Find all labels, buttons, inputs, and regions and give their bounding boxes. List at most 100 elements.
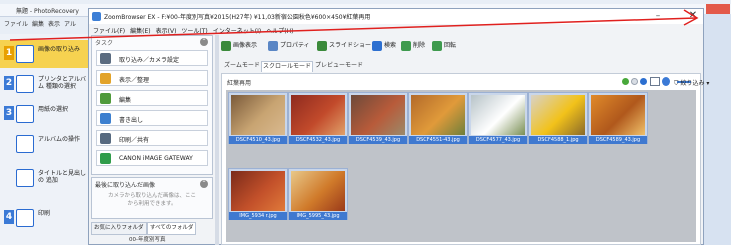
filter-button[interactable]: ⛉ 絞り込み ▾ [674, 78, 709, 88]
thumbnail-caption: IMG_5995_43.jpg [289, 212, 347, 220]
thumbnail-image [231, 171, 285, 211]
bg-menu-edit[interactable]: 編集 [32, 21, 44, 28]
thumbnail-caption: DSCF4589_43.jpg [589, 136, 647, 144]
folder-tabs: お気に入りフォルダ すべてのフォルダ [91, 222, 213, 235]
properties-button[interactable]: プロパティ [268, 39, 310, 52]
background-step-sidebar: 1 画像の取り込み 2 プリンタとアルバム 種類の選択 3 用紙の選択 アルバム… [0, 34, 92, 245]
collapse-icon[interactable]: ⌃ [200, 180, 208, 188]
thumbnail-item[interactable]: DSCF4577_43.jpg [468, 92, 528, 144]
step-title-caption[interactable]: タイトルと見出しの 追加 [0, 164, 92, 192]
button-label: プロパティ [280, 42, 310, 49]
paper-icon [16, 105, 34, 123]
search-button[interactable]: 検索 [372, 39, 396, 52]
grey-dot-icon[interactable] [631, 78, 638, 85]
menu-view[interactable]: 表示(V) [156, 28, 177, 35]
image-view-button[interactable]: 画像表示 [221, 39, 257, 52]
search-icon [372, 40, 382, 51]
bg-menu-view[interactable]: 表示 [48, 21, 60, 28]
printer-icon [16, 75, 34, 93]
thumbnail-caption: DSCF4539_43.jpg [349, 136, 407, 144]
app-icon [92, 12, 101, 21]
button-label: スライドショー [329, 42, 372, 49]
menu-edit[interactable]: 編集(E) [130, 28, 150, 35]
tab-all-folders[interactable]: すべてのフォルダ [147, 222, 197, 235]
thumbnail-item[interactable]: DSCF4589_43.jpg [588, 92, 648, 144]
info-icon[interactable] [662, 77, 670, 86]
filter-icon: ⛉ [674, 80, 679, 87]
thumbnail-image [531, 95, 585, 135]
folder-tree-item[interactable]: 00-年度別写真 [129, 235, 165, 243]
bg-menu-album[interactable]: アル [64, 21, 76, 28]
task-print-share[interactable]: 印刷／共有 [96, 130, 208, 146]
button-label: 回転 [444, 42, 457, 49]
minimize-button[interactable]: – [652, 11, 664, 21]
button-label: 検索 [384, 42, 397, 49]
step-printer-album-type[interactable]: 2 プリンタとアルバム 種類の選択 [0, 70, 92, 98]
task-edit[interactable]: 編集 [96, 90, 208, 106]
step-print[interactable]: 4 印刷 [0, 204, 92, 232]
blue-dot-icon[interactable] [640, 78, 647, 85]
task-panel: タスク ⌃ 取り込み／カメラ設定 表示／整理 編集 書き出し 印刷／共有 CAN… [91, 35, 213, 175]
thumbnail-view: 紅葉再用 ⛉ 絞り込み ▾ DSCF4510_43.jpg DSCF4532_43… [221, 73, 709, 245]
tab-preview-mode[interactable]: プレビューモード [314, 61, 364, 71]
thumbnail-grid: DSCF4510_43.jpg DSCF4532_43.jpg DSCF4539_4… [226, 90, 696, 242]
background-close-button[interactable] [706, 4, 730, 14]
thumbnail-item[interactable]: DSCF4532_43.jpg [288, 92, 348, 144]
tab-zoom-mode[interactable]: ズームモード [223, 61, 261, 71]
background-right-strip [703, 14, 731, 245]
task-label: 印刷／共有 [119, 137, 150, 144]
thumbnail-image [291, 95, 345, 135]
close-button[interactable]: ✕ [686, 10, 700, 22]
task-label: CANON iMAGE GATEWAY [119, 155, 193, 162]
export-icon [100, 113, 111, 124]
view-options-icon[interactable] [650, 77, 660, 86]
properties-icon [268, 40, 278, 51]
collapse-icon[interactable]: ⌃ [200, 38, 208, 46]
thumbnail-image [231, 95, 285, 135]
camera-import-icon [100, 53, 111, 64]
step-import-images[interactable]: 1 画像の取り込み [0, 40, 92, 68]
step-album-edit[interactable]: アルバムの操作 [0, 130, 92, 158]
thumbnail-caption: DSCF4588_1.jpg [529, 136, 587, 144]
slideshow-icon [317, 40, 327, 51]
thumbnail-item[interactable]: DSCF4539_43.jpg [348, 92, 408, 144]
rotate-icon [432, 40, 442, 51]
menubar: ファイル(F) 編集(E) 表示(V) ツール(T) インターネット(I) ヘルプ(H) [93, 26, 298, 35]
task-label: 書き出し [119, 117, 144, 124]
thumbnail-image [291, 171, 345, 211]
bg-menu-file[interactable]: ファイル [4, 21, 28, 28]
menu-internet[interactable]: インターネット(I) [213, 28, 261, 35]
green-dot-icon[interactable] [622, 78, 629, 85]
button-label: 削除 [413, 42, 426, 49]
delete-button[interactable]: 削除 [401, 39, 425, 52]
menu-file[interactable]: ファイル(F) [93, 28, 125, 35]
task-export[interactable]: 書き出し [96, 110, 208, 126]
menu-tools[interactable]: ツール(T) [181, 28, 207, 35]
slideshow-button[interactable]: スライドショー [317, 39, 371, 52]
tab-scroll-mode[interactable]: スクロールモード [261, 61, 314, 72]
background-window-title: 無題 - PhotoRecovery [16, 8, 79, 15]
thumbnail-image [411, 95, 465, 135]
tab-favorite-folders[interactable]: お気に入りフォルダ [91, 222, 147, 235]
thumbnail-item[interactable]: DSCF4510_43.jpg [228, 92, 288, 144]
task-canon-gateway[interactable]: CANON iMAGE GATEWAY [96, 150, 208, 166]
step-label: 用紙の選択 [38, 106, 69, 113]
rotate-button[interactable]: 回転 [432, 39, 456, 52]
thumbnail-item[interactable]: DSCF4551-43.jpg [408, 92, 468, 144]
task-import-camera[interactable]: 取り込み／カメラ設定 [96, 50, 208, 66]
thumbnail-item[interactable]: DSCF4588_1.jpg [528, 92, 588, 144]
thumbnail-image [351, 95, 405, 135]
thumbnail-image [471, 95, 525, 135]
menu-help[interactable]: ヘルプ(H) [266, 28, 293, 35]
step-label: プリンタとアルバム 種類の選択 [38, 76, 86, 90]
step-paper-select[interactable]: 3 用紙の選択 [0, 100, 92, 128]
toolbar: 画像表示 プロパティ スライドショー 検索 削除 回転 [221, 39, 701, 53]
thumbnail-item[interactable]: IMG_5934 r.jpg [228, 168, 288, 220]
panel-splitter[interactable] [215, 35, 219, 245]
thumbnail-caption: DSCF4532_43.jpg [289, 136, 347, 144]
thumbnail-caption: DSCF4577_43.jpg [469, 136, 527, 144]
thumbnail-caption: DSCF4551-43.jpg [409, 136, 467, 144]
thumbnail-item[interactable]: IMG_5995_43.jpg [288, 168, 348, 220]
button-label: 画像表示 [233, 42, 258, 49]
task-view-organize[interactable]: 表示／整理 [96, 70, 208, 86]
